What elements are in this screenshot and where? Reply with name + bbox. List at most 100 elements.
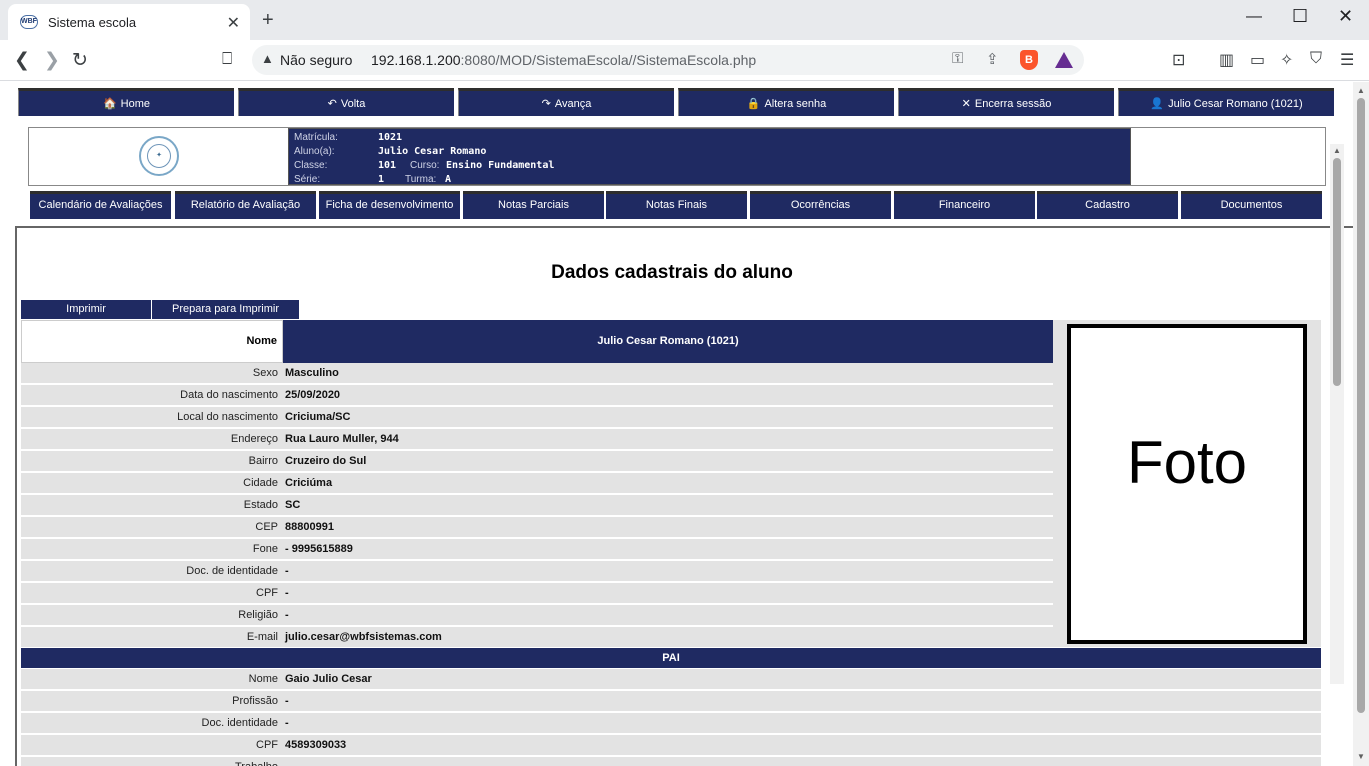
field-label: Trabalho <box>21 757 278 766</box>
logout-button[interactable]: ✕ Encerra sessão <box>898 88 1114 116</box>
change-password-label: Altera senha <box>764 98 827 110</box>
url-path: :8080/MOD/SistemaEscola//SistemaEscola.p… <box>460 52 757 68</box>
field-row: Religião - <box>21 605 1053 626</box>
photo-frame[interactable]: Foto <box>1067 324 1307 644</box>
home-button[interactable]: 🏠 Home <box>18 88 234 116</box>
wallet-icon[interactable]: ▭ <box>1250 50 1265 70</box>
rewards-icon[interactable] <box>1055 52 1073 68</box>
field-value: - <box>285 695 289 707</box>
curso-value: Ensino Fundamental <box>446 160 555 171</box>
field-value: Rua Lauro Muller, 944 <box>285 433 399 445</box>
field-value: julio.cesar@wbfsistemas.com <box>285 631 442 643</box>
field-value: SC <box>285 499 301 511</box>
page-scroll-thumb[interactable] <box>1357 98 1365 713</box>
close-window-icon[interactable]: ✕ <box>1338 6 1353 27</box>
classe-row: Classe: 101 Curso: Ensino Fundamental <box>292 159 1127 173</box>
url-host: 192.168.1.200 <box>371 52 461 68</box>
aluno-row: Aluno(a): Julio Cesar Romano <box>292 145 1127 159</box>
classe-value: 101 <box>378 160 397 171</box>
content-inner: Dados cadastrais do aluno Imprimir Prepa… <box>19 230 1325 766</box>
tab-ocorrencias[interactable]: Ocorrências <box>750 191 891 219</box>
reload-icon[interactable]: ↻ <box>72 49 88 72</box>
maximize-icon[interactable]: ☐ <box>1292 6 1308 27</box>
field-label: Doc. de identidade <box>186 565 278 577</box>
top-navigation: 🏠 Home ↶ Volta ↷ Avança 🔒 Altera senha ✕ Ence… <box>18 88 1336 116</box>
student-summary: Matrícula: 1021 Aluno(a): Julio Cesar Ro… <box>288 128 1131 185</box>
page-scroll-down-icon[interactable]: ▼ <box>1357 752 1365 761</box>
classe-label: Classe: <box>294 160 328 171</box>
page-scroll-up-icon[interactable]: ▲ <box>1357 86 1365 95</box>
inner-scrollbar[interactable]: ▲ <box>1330 144 1344 684</box>
field-value: 25/09/2020 <box>285 389 341 401</box>
field-value: Criciúma <box>285 477 333 489</box>
scroll-up-icon[interactable]: ▲ <box>1333 146 1341 155</box>
field-row: Cidade Criciúma <box>21 473 1053 494</box>
matricula-row: Matrícula: 1021 <box>292 131 1127 145</box>
minimize-icon[interactable]: — <box>1246 8 1262 26</box>
field-value: - <box>285 757 289 766</box>
tab-ficha[interactable]: Ficha de desenvolvimento <box>319 191 460 219</box>
warning-icon[interactable]: ▲ <box>261 51 274 66</box>
field-row: Sexo Masculino <box>21 363 1053 384</box>
page-scrollbar[interactable]: ▲ ▼ <box>1353 82 1369 766</box>
field-value: - <box>285 565 289 577</box>
new-tab-icon[interactable]: + <box>262 9 274 32</box>
field-value: - <box>285 609 289 621</box>
leo-icon[interactable]: ✧ <box>1280 50 1293 70</box>
forward-icon[interactable]: ❯ <box>44 49 60 72</box>
key-icon[interactable]: ⚿ <box>952 50 963 67</box>
turma-value: A <box>445 174 452 185</box>
field-value: 4589309033 <box>285 739 347 751</box>
security-label[interactable]: Não seguro <box>280 52 352 68</box>
inner-scroll-thumb[interactable] <box>1333 158 1341 386</box>
field-label: Religião <box>238 609 278 621</box>
tab-financeiro[interactable]: Financeiro <box>894 191 1035 219</box>
back-icon[interactable]: ❮ <box>14 49 30 72</box>
tab-notas-parciais[interactable]: Notas Parciais <box>463 191 604 219</box>
field-row: CEP 88800991 <box>21 517 1053 538</box>
tab-search-icon[interactable]: ⊡ <box>1172 50 1185 70</box>
close-tab-icon[interactable]: ✕ <box>227 13 240 33</box>
field-value: Cruzeiro do Sul <box>285 455 367 467</box>
photo-cell: Foto <box>1053 320 1321 647</box>
address-bar[interactable]: ▲ Não seguro 192.168.1.200:8080/MOD/Sist… <box>252 45 1084 75</box>
field-label: Doc. identidade <box>201 717 278 729</box>
tab-notas-finais[interactable]: Notas Finais <box>606 191 747 219</box>
tab-relatorio[interactable]: Relatório de Avaliação <box>175 191 316 219</box>
prepare-print-button[interactable]: Prepara para Imprimir <box>152 300 300 319</box>
field-label: E-mail <box>246 631 278 643</box>
menu-icon[interactable]: ☰ <box>1340 50 1354 70</box>
tab-title: Sistema escola <box>48 14 137 30</box>
field-label: Profissão <box>232 695 278 707</box>
browser-tab[interactable]: WBF Sistema escola ✕ <box>8 4 250 40</box>
back-button[interactable]: ↶ Volta <box>238 88 454 116</box>
field-value: Masculino <box>285 367 339 379</box>
back-label: Volta <box>340 98 366 110</box>
tab-documentos[interactable]: Documentos <box>1181 191 1322 219</box>
home-icon: 🏠 <box>102 98 117 110</box>
lock-icon: 🔒 <box>746 98 761 110</box>
redo-icon: ↷ <box>541 98 551 110</box>
aluno-label: Aluno(a): <box>294 146 335 157</box>
field-value: - <box>285 717 289 729</box>
url-text[interactable]: 192.168.1.200:8080/MOD/SistemaEscola//Si… <box>371 52 756 68</box>
forward-button[interactable]: ↷ Avança <box>458 88 674 116</box>
matricula-label: Matrícula: <box>294 132 338 143</box>
print-button[interactable]: Imprimir <box>21 300 152 319</box>
field-label: Nome <box>248 673 278 685</box>
user-button[interactable]: 👤 Julio Cesar Romano (1021) <box>1118 88 1334 116</box>
sidebar-icon[interactable]: ▥ <box>1219 50 1234 70</box>
bookmark-icon[interactable]: ⎕ <box>222 49 232 69</box>
share-icon[interactable]: ⇪ <box>986 50 999 68</box>
tab-cadastro[interactable]: Cadastro <box>1037 191 1178 219</box>
photo-placeholder-text: Foto <box>1126 429 1248 496</box>
vpn-icon[interactable]: ⛉ <box>1310 50 1322 68</box>
brave-shield-icon[interactable]: B <box>1020 50 1038 70</box>
field-label: CPF <box>256 587 278 599</box>
field-label: Sexo <box>252 367 278 379</box>
matricula-value: 1021 <box>378 132 403 143</box>
field-value: Gaio Julio Cesar <box>285 673 372 685</box>
field-value: 88800991 <box>285 521 334 533</box>
change-password-button[interactable]: 🔒 Altera senha <box>678 88 894 116</box>
tab-calendario[interactable]: Calendário de Avaliações <box>30 191 171 219</box>
